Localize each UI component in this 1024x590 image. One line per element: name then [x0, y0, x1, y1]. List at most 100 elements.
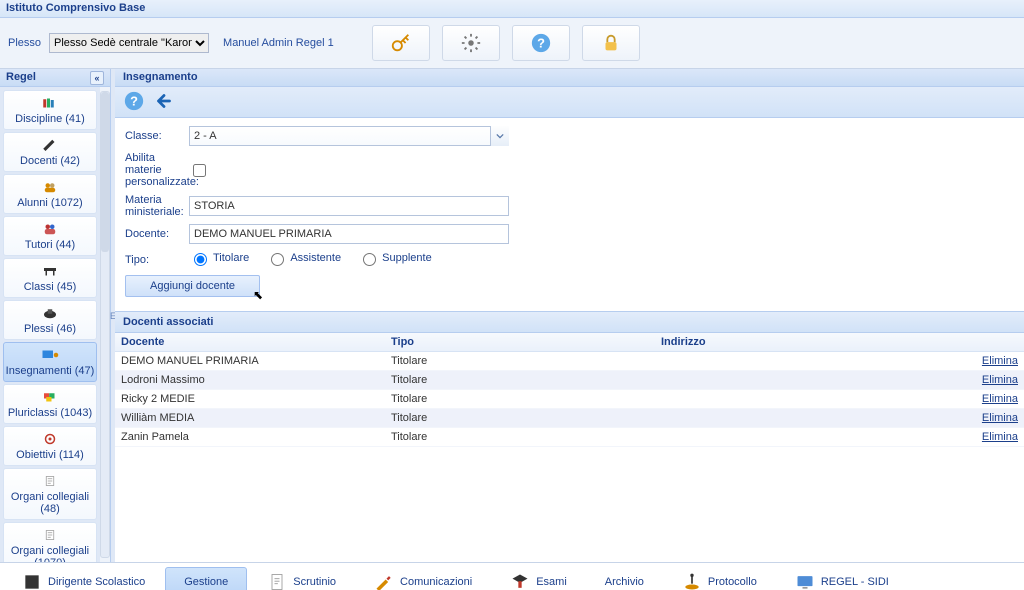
docente-label: Docente: [125, 228, 189, 240]
cell-tipo: Titolare [391, 412, 661, 424]
help-button[interactable]: ? [512, 25, 570, 61]
table-row[interactable]: Ricky 2 MEDIE Titolare Elimina [115, 390, 1024, 409]
sidebar-item-discipline[interactable]: Discipline (41) [3, 90, 97, 130]
collapse-sidebar-button[interactable]: « [90, 71, 104, 85]
sidebar-items: Discipline (41) Docenti (42) Alunni (107… [0, 87, 100, 562]
tab-protocollo[interactable]: Protocollo [664, 568, 775, 590]
col-header-tipo[interactable]: Tipo [391, 336, 661, 348]
docenti-associati-header: Docenti associati [115, 311, 1024, 333]
sidebar-item-label: Organi collegiali (1070) [4, 545, 96, 562]
col-header-indirizzo[interactable]: Indirizzo [661, 336, 968, 348]
top-toolbar: Plesso Plesso Sedè centrale "Karon*" Man… [0, 18, 1024, 69]
cell-docente: Ricky 2 MEDIE [121, 393, 391, 405]
form-area: Classe: Abilita materie personalizzate: … [115, 118, 1024, 311]
delete-link[interactable]: Elimina [982, 412, 1018, 424]
tab-scrutinio[interactable]: Scrutinio [249, 568, 354, 590]
tipo-titolare-radio[interactable]: Titolare [189, 250, 249, 266]
table-row[interactable]: DEMO MANUEL PRIMARIA Titolare Elimina [115, 352, 1024, 371]
students-icon [4, 179, 96, 195]
settings-button[interactable] [442, 25, 500, 61]
help-icon-button[interactable]: ? [123, 90, 145, 115]
sidebar-item-label: Plessi (46) [4, 323, 96, 335]
cell-tipo: Titolare [391, 374, 661, 386]
sidebar-item-alunni[interactable]: Alunni (1072) [3, 174, 97, 214]
delete-link[interactable]: Elimina [982, 431, 1018, 443]
sidebar-item-label: Pluriclassi (1043) [4, 407, 96, 419]
sidebar-item-organi-48[interactable]: Organi collegiali (48) [3, 468, 97, 520]
cell-tipo: Titolare [391, 355, 661, 367]
abilita-label: Abilita materie personalizzate: [125, 152, 189, 188]
tipo-assistente-radio[interactable]: Assistente [266, 250, 341, 266]
sidebar-item-label: Discipline (41) [4, 113, 96, 125]
bottom-taskbar: Dirigente Scolastico Gestione Scrutinio … [0, 562, 1024, 590]
panel-title: Insegnamento [115, 69, 1024, 87]
back-button[interactable] [153, 90, 175, 115]
tab-archivio[interactable]: Archivio [587, 568, 662, 590]
teaching-icon [4, 347, 96, 363]
building-icon [4, 305, 96, 321]
col-header-docente[interactable]: Docente [121, 336, 391, 348]
chevron-down-icon [490, 126, 509, 146]
tab-esami[interactable]: Esami [492, 568, 585, 590]
cell-docente: DEMO MANUEL PRIMARIA [121, 355, 391, 367]
tab-dirigente[interactable]: Dirigente Scolastico [4, 568, 163, 590]
sidebar-item-tutori[interactable]: Tutori (44) [3, 216, 97, 256]
sidebar-item-docenti[interactable]: Docenti (42) [3, 132, 97, 172]
sidebar-item-label: Classi (45) [4, 281, 96, 293]
table-row[interactable]: Williàm MEDIA Titolare Elimina [115, 409, 1024, 428]
docente-input[interactable] [189, 224, 509, 244]
materia-label: Materia ministeriale: [125, 194, 189, 218]
document-icon [4, 473, 96, 489]
key-button[interactable] [372, 25, 430, 61]
delete-link[interactable]: Elimina [982, 374, 1018, 386]
tipo-label: Tipo: [125, 254, 189, 266]
cell-docente: Zanin Pamela [121, 431, 391, 443]
classe-label: Classe: [125, 130, 189, 142]
target-icon [4, 431, 96, 447]
delete-link[interactable]: Elimina [982, 355, 1018, 367]
tab-regel-sidi[interactable]: REGEL - SIDI [777, 568, 907, 590]
document-icon [4, 527, 96, 543]
delete-link[interactable]: Elimina [982, 393, 1018, 405]
sidebar-title: Regel [6, 69, 36, 86]
sidebar-item-label: Organi collegiali (48) [4, 491, 96, 515]
tab-gestione[interactable]: Gestione [165, 567, 247, 590]
svg-text:?: ? [130, 93, 138, 108]
pointer-cursor-icon: ⬉ [253, 288, 263, 302]
panel-toolbar: ? [115, 87, 1024, 118]
tipo-supplente-radio[interactable]: Supplente [358, 250, 432, 266]
sidebar-item-insegnamenti[interactable]: Insegnamenti (47) [3, 342, 97, 382]
cell-tipo: Titolare [391, 431, 661, 443]
sidebar-scrollbar[interactable] [100, 87, 110, 562]
sidebar-item-pluriclassi[interactable]: Pluriclassi (1043) [3, 384, 97, 424]
aggiungi-docente-button[interactable]: Aggiungi docente ⬉ [125, 275, 260, 297]
sidebar-item-classi[interactable]: Classi (45) [3, 258, 97, 298]
cell-tipo: Titolare [391, 393, 661, 405]
tutors-icon [4, 221, 96, 237]
sidebar-item-organi-1070[interactable]: Organi collegiali (1070) [3, 522, 97, 562]
desk-icon [4, 263, 96, 279]
table-row[interactable]: Zanin Pamela Titolare Elimina [115, 428, 1024, 447]
cell-docente: Lodroni Massimo [121, 374, 391, 386]
puzzle-icon [4, 389, 96, 405]
plesso-select[interactable]: Plesso Sedè centrale "Karon*" [49, 33, 209, 53]
lock-button[interactable] [582, 25, 640, 61]
svg-text:?: ? [537, 36, 545, 51]
classe-select[interactable] [189, 126, 509, 146]
tab-comunicazioni[interactable]: Comunicazioni [356, 568, 490, 590]
sidebar-item-label: Alunni (1072) [4, 197, 96, 209]
plesso-label: Plesso [8, 37, 41, 49]
username-label: Manuel Admin Regel 1 [223, 37, 334, 49]
sidebar-panel: Regel « Discipline (41) Docenti (42) Alu… [0, 69, 111, 562]
sidebar-item-plessi[interactable]: Plessi (46) [3, 300, 97, 340]
sidebar-item-label: Docenti (42) [4, 155, 96, 167]
abilita-checkbox[interactable] [193, 164, 206, 177]
sidebar-item-label: Obiettivi (114) [4, 449, 96, 461]
table-row[interactable]: Lodroni Massimo Titolare Elimina [115, 371, 1024, 390]
sidebar-item-label: Tutori (44) [4, 239, 96, 251]
sidebar-item-label: Insegnamenti (47) [4, 365, 96, 377]
materia-input[interactable] [189, 196, 509, 216]
cell-docente: Williàm MEDIA [121, 412, 391, 424]
sidebar-item-obiettivi[interactable]: Obiettivi (114) [3, 426, 97, 466]
title-bar: Istituto Comprensivo Base [0, 0, 1024, 18]
